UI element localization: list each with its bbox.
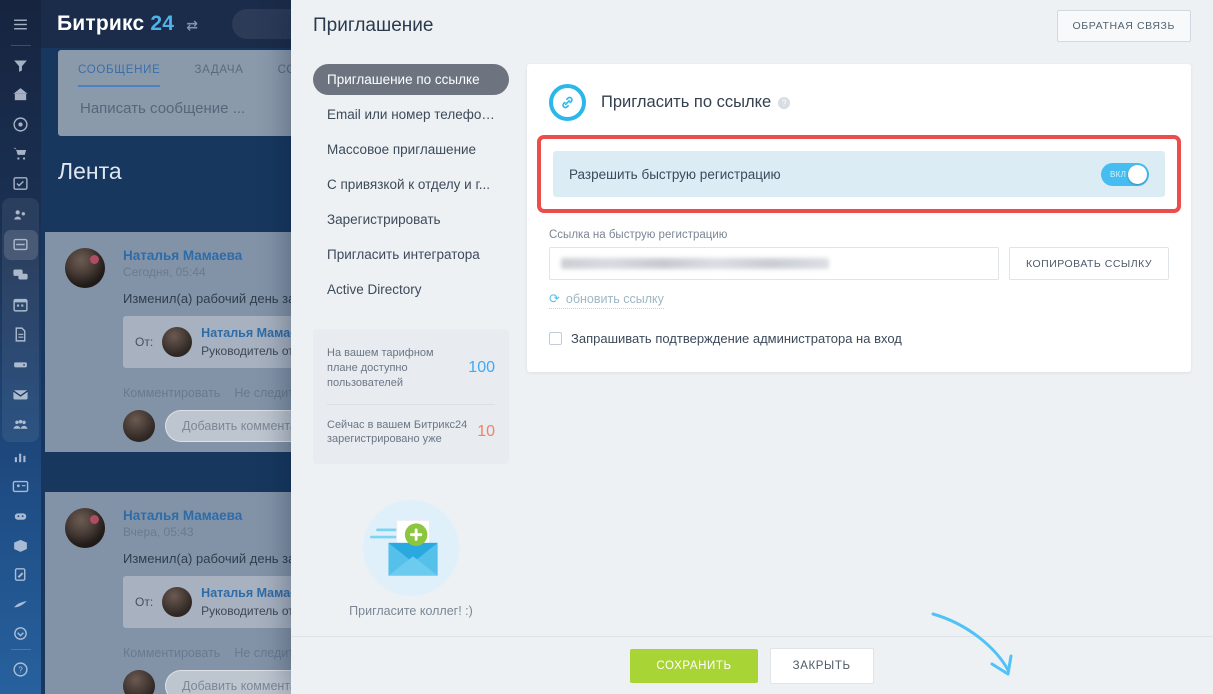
sidebar-item-invite-by-link[interactable]: Приглашение по ссылке bbox=[313, 64, 509, 95]
quick-registration-toggle[interactable]: ВКЛ bbox=[1101, 162, 1149, 186]
quote-role: Руководитель отд bbox=[201, 604, 301, 618]
sidebar-item-mass-invite[interactable]: Массовое приглашение bbox=[313, 134, 509, 165]
avatar bbox=[123, 410, 155, 442]
automation-icon[interactable] bbox=[4, 501, 38, 531]
link-field-label: Ссылка на быструю регистрацию bbox=[549, 229, 728, 241]
tariff-info-box: На вашем тарифном плане доступно пользов… bbox=[313, 329, 509, 465]
comment-action[interactable]: Комментировать bbox=[123, 646, 220, 660]
tab-task[interactable]: ЗАДАЧА bbox=[194, 64, 243, 87]
avatar bbox=[65, 248, 105, 288]
modal-body: Приглашение по ссылке Email или номер те… bbox=[291, 52, 1213, 676]
invite-promo: Пригласите коллег! :) bbox=[313, 500, 509, 618]
sidebar-item-email-or-phone[interactable]: Email или номер телефона bbox=[313, 99, 509, 130]
logo-switch-icon[interactable]: ⇄ bbox=[186, 17, 198, 33]
market-icon[interactable] bbox=[4, 589, 38, 619]
page-title: Приглашение bbox=[313, 15, 434, 36]
redacted-link-value bbox=[561, 258, 830, 269]
mail-icon[interactable] bbox=[4, 380, 38, 410]
logo-name: Битрикс bbox=[57, 12, 145, 35]
help-icon[interactable]: ? bbox=[778, 96, 791, 109]
quote-from-label: От: bbox=[135, 595, 154, 609]
avatar bbox=[65, 508, 105, 548]
rail-divider-bottom bbox=[10, 648, 31, 650]
svg-text:?: ? bbox=[18, 665, 23, 674]
tariff-row-available: На вашем тарифном плане доступно пользов… bbox=[327, 333, 495, 404]
quote-name[interactable]: Наталья Мамаев bbox=[201, 326, 305, 340]
filter-icon[interactable] bbox=[4, 50, 38, 80]
sidebar-item-register[interactable]: Зарегистрировать bbox=[313, 204, 509, 235]
registration-link-input[interactable] bbox=[549, 247, 999, 280]
refresh-link-button[interactable]: ⟳ обновить ссылку bbox=[549, 291, 664, 309]
quote-name[interactable]: Наталья Мамаев bbox=[201, 586, 305, 600]
tab-message[interactable]: СООБЩЕНИЕ bbox=[78, 64, 161, 87]
rail-active-group bbox=[2, 197, 39, 442]
highlight-box: Разрешить быструю регистрацию ВКЛ bbox=[537, 135, 1181, 213]
quote-from-label: От: bbox=[135, 335, 154, 349]
toggle-state-text: ВКЛ bbox=[1110, 169, 1127, 179]
feed-title: Лента bbox=[58, 158, 122, 184]
chat-icon[interactable] bbox=[4, 260, 38, 290]
sidebar-item-invite-integrator[interactable]: Пригласить интегратора bbox=[313, 239, 509, 270]
employees-icon[interactable] bbox=[4, 410, 38, 440]
tariff-row-registered: Сейчас в вашем Битрикс24 зарегистрирован… bbox=[327, 403, 495, 461]
analytics-icon[interactable] bbox=[4, 442, 38, 472]
envelope-plus-icon bbox=[363, 500, 459, 596]
box-icon[interactable] bbox=[4, 530, 38, 560]
logo-number: 24 bbox=[150, 12, 175, 35]
tariff-value: 100 bbox=[468, 359, 495, 377]
home-icon[interactable] bbox=[4, 80, 38, 110]
card-title-wrap: Пригласить по ссылке ? bbox=[601, 93, 791, 112]
avatar bbox=[162, 587, 193, 617]
modal-topbar: Приглашение ОБРАТНАЯ СВЯЗЬ bbox=[291, 0, 1213, 52]
feedback-button[interactable]: ОБРАТНАЯ СВЯЗЬ bbox=[1056, 10, 1191, 42]
more-icon[interactable] bbox=[4, 619, 38, 649]
toggle-label: Разрешить быструю регистрацию bbox=[569, 166, 781, 182]
avatar bbox=[123, 670, 155, 694]
sign-icon[interactable] bbox=[4, 560, 38, 590]
copy-link-button[interactable]: КОПИРОВАТЬ ССЫЛКУ bbox=[1008, 247, 1169, 280]
target-icon[interactable] bbox=[4, 109, 38, 139]
sidebar-item-active-directory[interactable]: Active Directory bbox=[313, 274, 509, 305]
invite-by-link-card: Пригласить по ссылке ? Разрешить быструю… bbox=[527, 64, 1191, 372]
toggle-knob bbox=[1128, 164, 1147, 184]
admin-confirm-row[interactable]: Запрашивать подтверждение администратора… bbox=[549, 331, 1169, 346]
refresh-link-label: обновить ссылку bbox=[565, 292, 664, 306]
contacts-icon[interactable] bbox=[4, 471, 38, 501]
admin-confirm-checkbox[interactable] bbox=[549, 332, 562, 345]
documents-icon[interactable] bbox=[4, 320, 38, 350]
card-title: Пригласить по ссылке bbox=[601, 93, 772, 111]
invitation-modal: Приглашение ОБРАТНАЯ СВЯЗЬ Приглашение п… bbox=[291, 0, 1213, 694]
quick-registration-row[interactable]: Разрешить быструю регистрацию ВКЛ bbox=[553, 151, 1165, 197]
modal-footer: СОХРАНИТЬ ЗАКРЫТЬ bbox=[291, 636, 1213, 694]
tasks-icon[interactable] bbox=[4, 168, 38, 198]
tariff-label: На вашем тарифном плане доступно пользов… bbox=[327, 347, 434, 389]
avatar bbox=[162, 327, 193, 357]
link-icon bbox=[549, 84, 586, 121]
promo-caption: Пригласите коллег! :) bbox=[349, 604, 473, 618]
sidebar-item-department-link[interactable]: С привязкой к отделу и г... bbox=[313, 169, 509, 200]
card-header: Пригласить по ссылке ? bbox=[549, 84, 1169, 121]
app-logo[interactable]: Битрикс 24 ⇄ bbox=[57, 12, 198, 36]
save-button[interactable]: СОХРАНИТЬ bbox=[630, 648, 758, 683]
menu-icon[interactable] bbox=[4, 10, 38, 40]
modal-content: Пригласить по ссылке ? Разрешить быструю… bbox=[509, 58, 1191, 636]
help-icon[interactable]: ? bbox=[4, 655, 38, 685]
calendar-icon[interactable] bbox=[4, 290, 38, 320]
tariff-label: Сейчас в вашем Битрикс24 зарегистрирован… bbox=[327, 418, 468, 446]
tariff-value: 10 bbox=[477, 423, 495, 441]
quote-role: Руководитель отд bbox=[201, 344, 301, 358]
crm-icon[interactable] bbox=[4, 200, 38, 230]
cart-icon[interactable] bbox=[4, 139, 38, 169]
refresh-icon: ⟳ bbox=[549, 291, 560, 306]
close-button[interactable]: ЗАКРЫТЬ bbox=[769, 647, 874, 684]
comment-action[interactable]: Комментировать bbox=[123, 386, 220, 400]
link-field-row: КОПИРОВАТЬ ССЫЛКУ bbox=[549, 247, 1169, 280]
rail-divider bbox=[10, 44, 31, 46]
feed-icon[interactable] bbox=[3, 229, 38, 260]
left-icon-rail[interactable]: ? bbox=[0, 0, 41, 694]
screen-root: ? Битрикс 24 ⇄ иск ✕ СООБЩЕНИЕ ЗАДАЧА СО… bbox=[0, 0, 1213, 694]
admin-confirm-label: Запрашивать подтверждение администратора… bbox=[571, 331, 902, 346]
drive-icon[interactable] bbox=[4, 350, 38, 380]
